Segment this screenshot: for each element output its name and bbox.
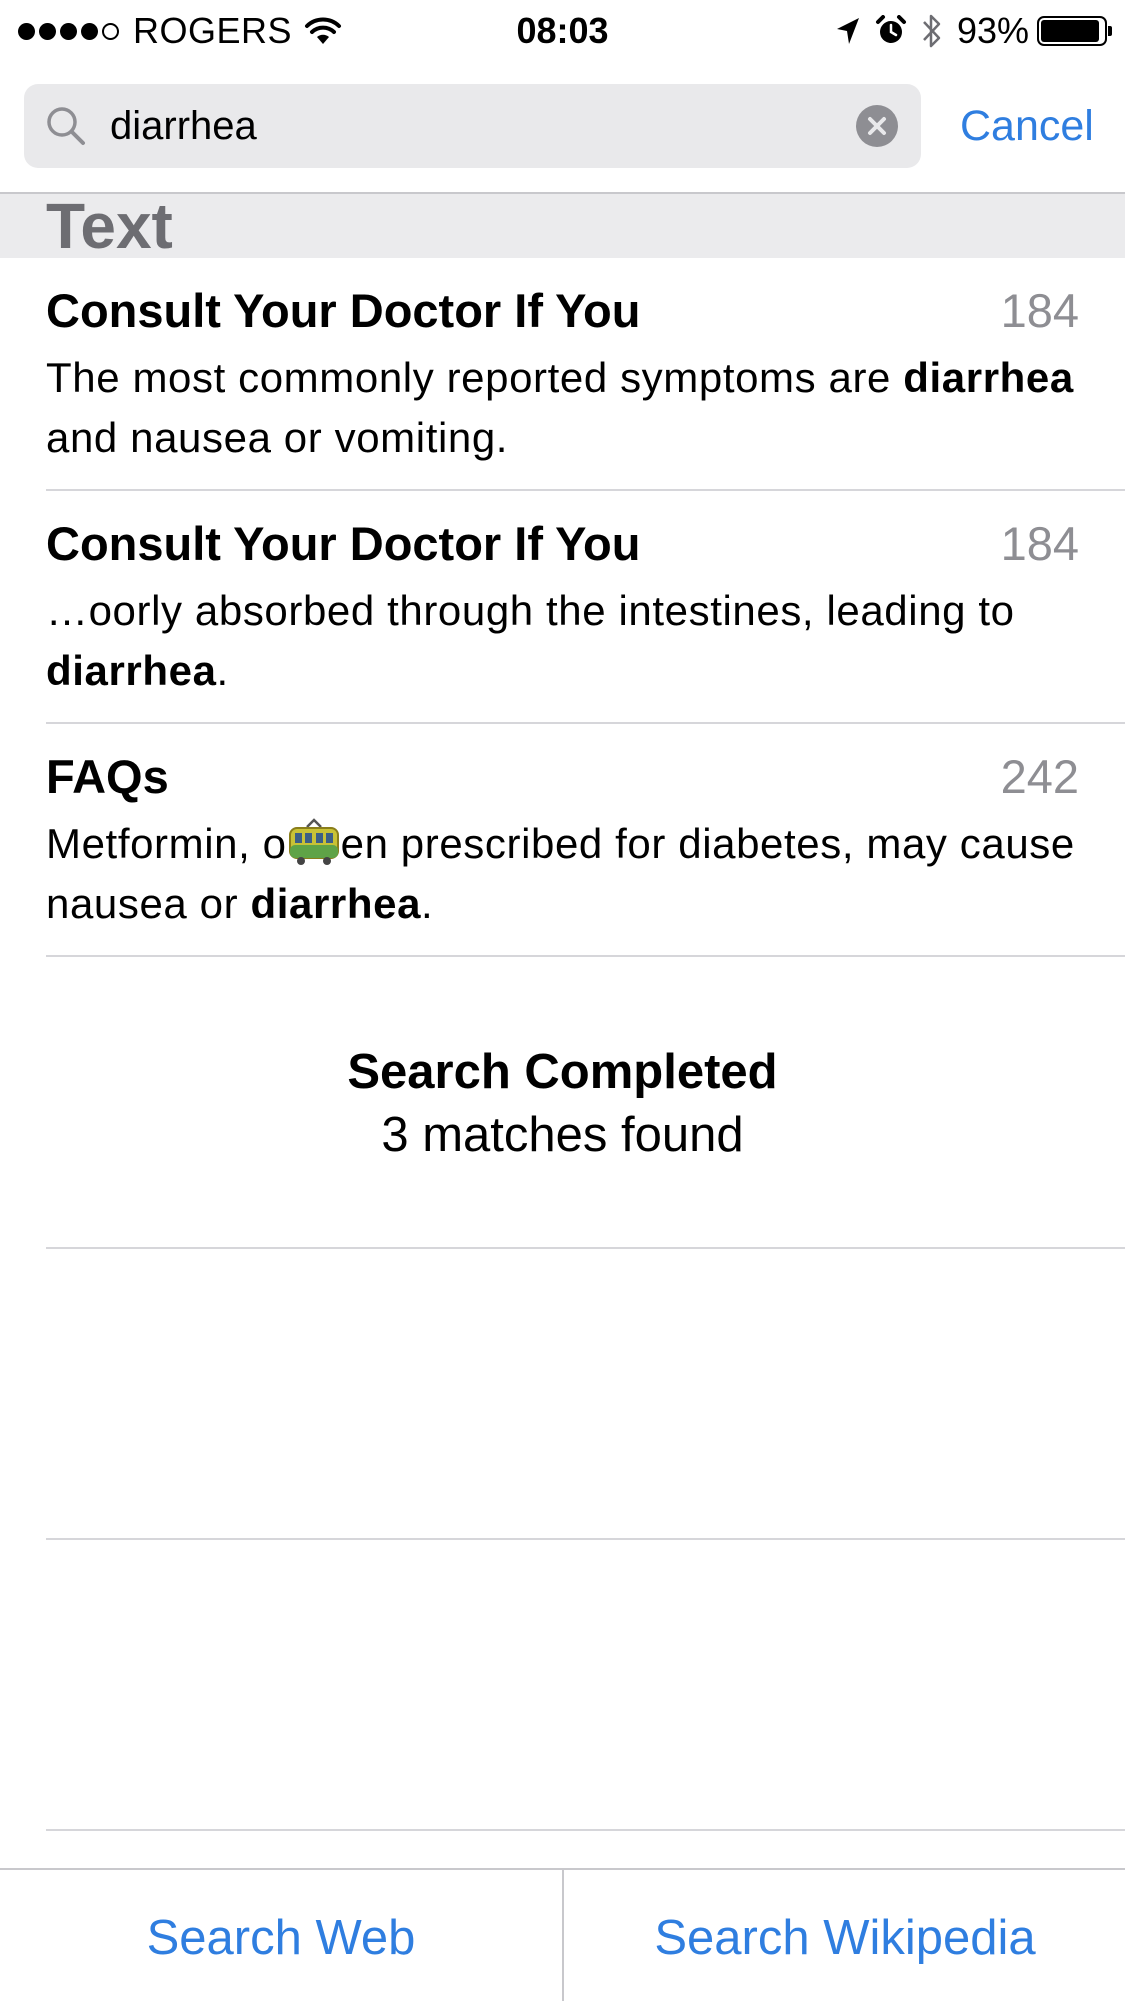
row-divider	[46, 955, 1125, 957]
result-page-number: 184	[1000, 517, 1079, 570]
result-snippet: …oorly absorbed through the intestines, …	[46, 581, 1086, 701]
search-result-row[interactable]: FAQs 242 Metformin, o en prescribed for …	[0, 724, 1125, 957]
location-arrow-icon	[836, 18, 859, 44]
clear-icon[interactable]	[855, 104, 899, 148]
snippet-text: Metformin, o	[46, 820, 287, 867]
snippet-match: diarrhea	[903, 354, 1074, 401]
battery-cap	[1108, 26, 1112, 36]
alarm-clock-icon	[875, 15, 906, 43]
result-title: FAQs	[46, 750, 169, 803]
bottom-toolbar: Search Web Search Wikipedia	[0, 1868, 1125, 2001]
search-wikipedia-button[interactable]: Search Wikipedia	[564, 1870, 1125, 2001]
snippet-match: diarrhea	[46, 647, 217, 694]
status-bar: ROGERS 08:03 93%	[0, 0, 1125, 62]
search-result-row[interactable]: Consult Your Doctor If You 184 The most …	[0, 258, 1125, 491]
cancel-button[interactable]: Cancel	[944, 84, 1125, 168]
battery-percent: 93%	[956, 10, 1029, 51]
result-snippet: The most commonly reported symptoms are …	[46, 348, 1086, 468]
result-title: Consult Your Doctor If You	[46, 517, 641, 570]
section-header: Text	[0, 190, 1125, 262]
search-field[interactable]	[24, 84, 921, 168]
row-divider	[46, 1247, 1125, 1249]
snippet-text: and nausea or vomiting.	[46, 414, 509, 461]
search-input[interactable]	[110, 84, 870, 168]
search-web-button[interactable]: Search Web	[0, 1870, 562, 2001]
row-divider	[46, 1538, 1125, 1540]
snippet-text: The most commonly reported symptoms are	[46, 354, 904, 401]
search-completed-title: Search Completed	[347, 1045, 778, 1099]
snippet-text: …oorly absorbed through the intestines, …	[46, 587, 1015, 634]
battery-fill	[1041, 20, 1099, 42]
bluetooth-icon	[923, 14, 941, 48]
result-page-number: 242	[1000, 750, 1079, 803]
battery-icon	[1037, 16, 1112, 46]
result-title: Consult Your Doctor If You	[46, 284, 641, 337]
search-icon	[47, 107, 85, 145]
search-result-row[interactable]: Consult Your Doctor If You 184 …oorly ab…	[0, 491, 1125, 724]
search-completed: Search Completed 3 matches found	[0, 1040, 1125, 1166]
section-title: Text	[46, 190, 173, 262]
snippet-text: .	[421, 880, 434, 927]
result-snippet: Metformin, o en prescribed for diabetes,…	[46, 814, 1086, 934]
snippet-text: .	[216, 647, 229, 694]
snippet-match: diarrhea	[250, 880, 422, 927]
tram-icon	[288, 818, 339, 865]
result-page-number: 184	[1000, 284, 1079, 337]
match-count: 3 matches found	[381, 1108, 744, 1162]
status-right: 93%	[821, 10, 1112, 52]
row-divider	[46, 1829, 1125, 1831]
